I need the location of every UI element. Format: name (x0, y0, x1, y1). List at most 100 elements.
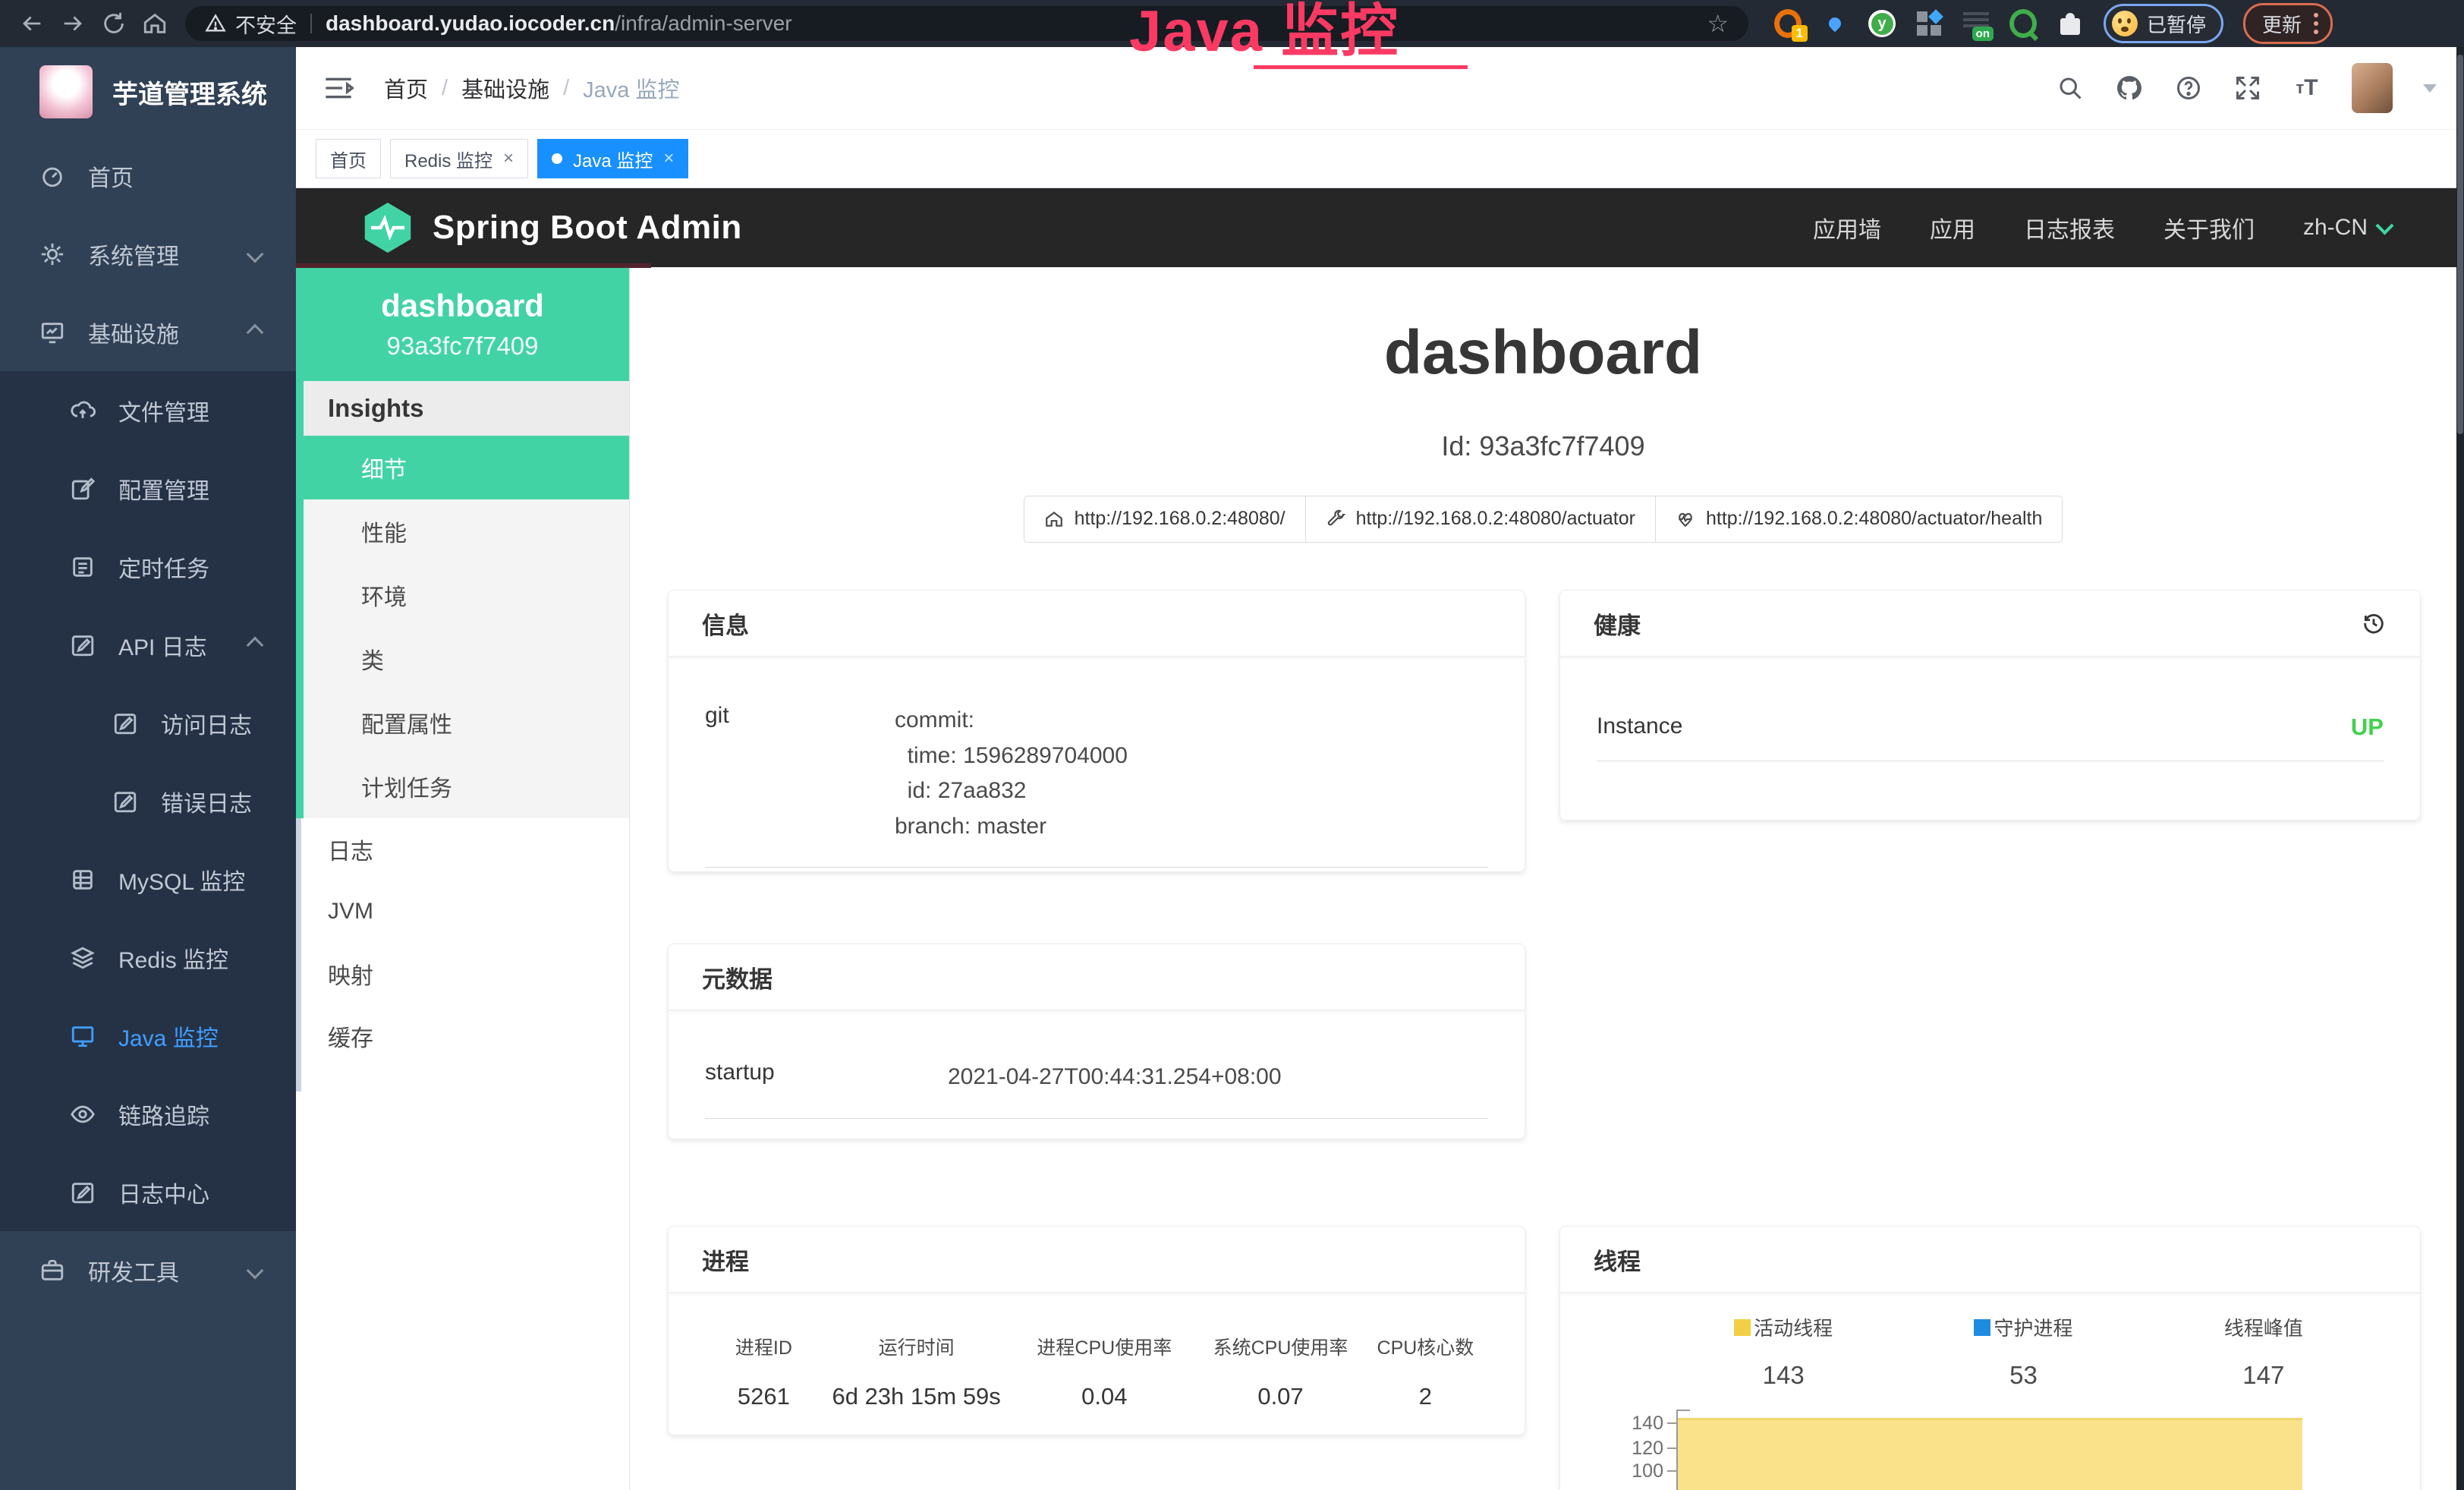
cpu-cores-label: CPU核心数 (1363, 1333, 1488, 1360)
app-logo[interactable]: 芋道管理系统 (0, 47, 296, 137)
sba-nav-applications[interactable]: 应用 (1930, 211, 1975, 244)
sidebar-item-files[interactable]: 文件管理 (0, 371, 296, 449)
sidebar-item-config[interactable]: 配置管理 (0, 449, 296, 528)
menu-item-environment[interactable]: 环境 (296, 563, 629, 627)
tab-home[interactable]: 首页 (316, 139, 381, 178)
uptime-label: 运行时间 (823, 1333, 1011, 1360)
inner-scrollbar[interactable] (296, 818, 301, 1092)
browser-reload-icon[interactable] (99, 8, 129, 39)
browser-menu-icon[interactable] (2314, 13, 2318, 34)
extension-magnifier-icon[interactable] (2009, 10, 2037, 37)
profile-paused-badge[interactable]: 已暂停 (2104, 4, 2223, 43)
health-url-button[interactable]: http://192.168.0.2:48080/actuator/health (1655, 496, 2063, 543)
help-icon[interactable] (2174, 74, 2203, 102)
address-bar[interactable]: 不安全 dashboard.yudao.iocoder.cn /infra/ad… (185, 6, 1748, 41)
menu-item-caches[interactable]: 缓存 (296, 1005, 629, 1067)
dashboard-icon (39, 163, 65, 189)
browser-forward-icon[interactable] (58, 8, 88, 39)
service-url-button[interactable]: http://192.168.0.2:48080/ (1024, 496, 1306, 543)
menu-item-details[interactable]: 细节 (296, 436, 629, 499)
edit-icon (70, 476, 96, 502)
url-divider (310, 14, 312, 33)
menu-item-mappings[interactable]: 映射 (296, 943, 629, 1005)
search-icon[interactable] (2056, 74, 2085, 102)
process-cpu-value: 0.04 (1010, 1383, 1198, 1410)
security-warning[interactable]: 不安全 (205, 9, 297, 39)
history-icon[interactable] (2361, 610, 2387, 636)
startup-row: startup 2021-04-27T00:44:31.254+08:00 (705, 1060, 1488, 1119)
scrollbar-thumb[interactable] (2457, 55, 2463, 434)
sba-locale-select[interactable]: zh-CN (2303, 215, 2391, 241)
menu-item-classes[interactable]: 类 (296, 627, 629, 691)
sidebar-item-jobs[interactable]: 定时任务 (0, 528, 296, 606)
sidebar-item-tracing[interactable]: 链路追踪 (0, 1075, 296, 1153)
threads-stats: 活动线程 143 守护进程 53 线程峰值 147 (1597, 1313, 2384, 1390)
breadcrumb-separator: / (563, 76, 569, 101)
sidebar-item-log-center[interactable]: 日志中心 (0, 1153, 296, 1231)
app-title: 芋道管理系统 (112, 74, 267, 111)
hamburger-icon[interactable] (323, 75, 354, 101)
security-label: 不安全 (235, 9, 297, 39)
sidebar-item-access-log[interactable]: 访问日志 (0, 684, 296, 762)
actuator-url-button[interactable]: http://192.168.0.2:48080/actuator (1305, 496, 1656, 543)
browser-update-button[interactable]: 更新 (2243, 3, 2333, 44)
extension-orange-icon[interactable]: 1 (1774, 10, 1802, 37)
tab-java-monitor[interactable]: Java 监控 × (537, 139, 688, 178)
browser-back-icon[interactable] (17, 8, 47, 39)
extension-grid-icon[interactable] (1915, 10, 1943, 37)
font-size-icon[interactable]: тT (2292, 74, 2321, 102)
sidebar-item-system[interactable]: 系统管理 (0, 215, 296, 293)
sidebar-item-dev-tools[interactable]: 研发工具 (0, 1231, 296, 1309)
menu-item-metrics[interactable]: 性能 (296, 499, 629, 563)
close-icon[interactable]: × (663, 148, 674, 169)
avatar-caret-icon[interactable] (2423, 84, 2437, 93)
fullscreen-icon[interactable] (2233, 74, 2262, 102)
bookmark-star-icon[interactable]: ☆ (1707, 9, 1729, 38)
tab-redis-monitor[interactable]: Redis 监控 × (390, 139, 528, 178)
breadcrumb: 首页 / 基础设施 / Java 监控 (384, 72, 679, 104)
infra-submenu: 文件管理 配置管理 定时任务 API 日志 访 (0, 371, 296, 1231)
sidebar-item-mysql[interactable]: MySQL 监控 (0, 840, 296, 918)
git-value: commit: time: 1596289704000 id: 27aa832 … (895, 703, 1128, 844)
layers-icon (70, 945, 96, 971)
sidebar-item-java-monitor[interactable]: Java 监控 (0, 997, 296, 1075)
extension-puzzle-icon[interactable] (2056, 10, 2084, 37)
menu-item-scheduled-tasks[interactable]: 计划任务 (296, 754, 629, 818)
sba-logo-icon (363, 200, 413, 255)
browser-home-icon[interactable] (140, 8, 170, 39)
threads-chart: 140 120 100 (1597, 1410, 2384, 1490)
extension-on-icon[interactable]: on (1962, 10, 1990, 37)
active-threads-value: 143 (1663, 1361, 1903, 1390)
breadcrumb-home[interactable]: 首页 (384, 72, 428, 104)
github-icon[interactable] (2115, 74, 2144, 102)
page-scrollbar[interactable] (2456, 47, 2464, 1490)
sba-nav-about[interactable]: 关于我们 (2163, 211, 2255, 244)
y-tick-120: 120 (1597, 1438, 1663, 1460)
sba-nav-journal[interactable]: 日志报表 (2024, 211, 2115, 244)
extension-y-icon[interactable]: y (1868, 10, 1896, 37)
sba-brand[interactable]: Spring Boot Admin (363, 200, 742, 255)
sidebar-item-api-log[interactable]: API 日志 (0, 606, 296, 684)
close-icon[interactable]: × (503, 148, 514, 169)
git-row: git commit: time: 1596289704000 id: 27aa… (705, 703, 1488, 868)
chevron-down-icon (247, 1262, 264, 1279)
sba-nav-wallboard[interactable]: 应用墙 (1813, 211, 1881, 244)
instance-header[interactable]: dashboard 93a3fc7f7409 (296, 267, 629, 381)
root-menu: 日志 JVM 映射 缓存 (296, 818, 629, 1067)
breadcrumb-infra[interactable]: 基础设施 (461, 72, 549, 104)
sidebar-item-error-log[interactable]: 错误日志 (0, 762, 296, 840)
extension-pin-icon[interactable] (1821, 10, 1849, 37)
menu-item-logs[interactable]: 日志 (296, 818, 629, 880)
user-avatar[interactable] (2352, 63, 2393, 113)
menu-item-config-props[interactable]: 配置属性 (296, 691, 629, 754)
screen: 不安全 dashboard.yudao.iocoder.cn /infra/ad… (0, 0, 2464, 1490)
tabs-bar: 首页 Redis 监控 × Java 监控 × (296, 129, 2464, 188)
chevron-up-icon (247, 636, 264, 654)
paused-label: 已暂停 (2147, 10, 2206, 38)
sidebar-item-infra[interactable]: 基础设施 (0, 293, 296, 371)
on-badge: on (1972, 27, 1994, 41)
uptime-value: 6d 23h 15m 59s (823, 1383, 1011, 1410)
sidebar-item-redis[interactable]: Redis 监控 (0, 918, 296, 997)
sidebar-item-home[interactable]: 首页 (0, 137, 296, 215)
menu-item-jvm[interactable]: JVM (296, 880, 629, 943)
